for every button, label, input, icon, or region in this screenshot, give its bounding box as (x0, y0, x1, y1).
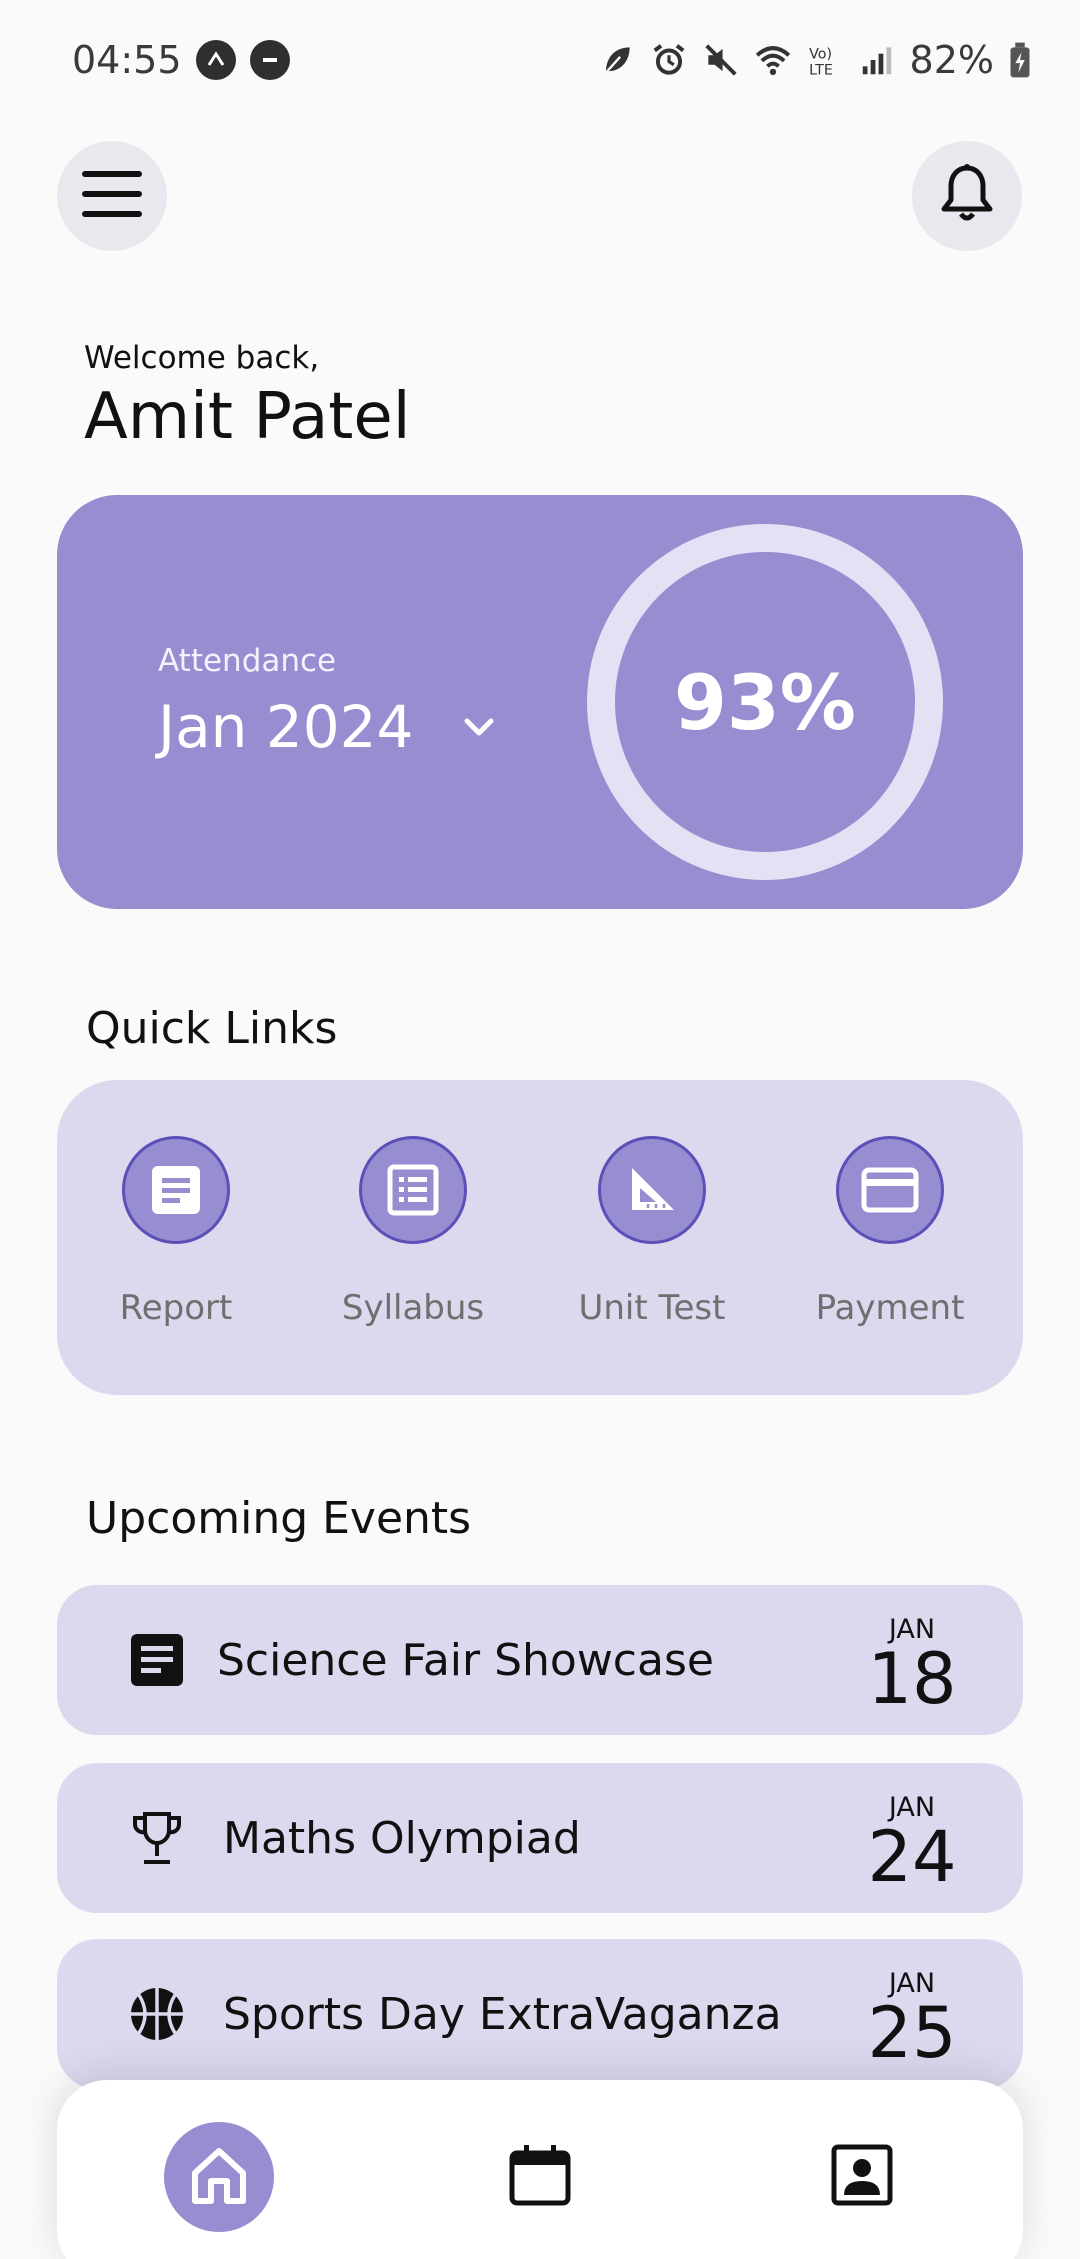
quick-link-label: Report (119, 1288, 233, 1328)
hamburger-menu-icon (82, 171, 142, 221)
home-icon (187, 2143, 251, 2211)
contact-card-icon (830, 2143, 894, 2211)
welcome-text: Welcome back, (84, 340, 320, 376)
status-bar: 04:55 Vo) LTE 82% (0, 0, 1080, 120)
quick-link-unit-test[interactable]: Unit Test (552, 1136, 752, 1328)
menu-button[interactable] (57, 141, 167, 251)
user-name: Amit Patel (84, 380, 411, 454)
quick-links-card: Report Syllabus Unit Test Payment (57, 1080, 1023, 1395)
event-day: 25 (867, 1992, 957, 2074)
alarm-icon (650, 41, 688, 79)
volte-icon: Vo) LTE (806, 41, 844, 79)
signal-icon (858, 41, 896, 79)
upcoming-events-title: Upcoming Events (86, 1493, 472, 1544)
nav-calendar[interactable] (485, 2122, 595, 2232)
bell-icon (939, 164, 995, 228)
do-not-disturb-icon (249, 40, 290, 80)
status-left: 04:55 (72, 38, 290, 82)
leaf-icon (598, 41, 636, 79)
event-title: Science Fair Showcase (217, 1635, 714, 1686)
quick-link-payment[interactable]: Payment (790, 1136, 990, 1328)
event-date: JAN 25 (867, 1969, 957, 2074)
svg-text:LTE: LTE (809, 62, 833, 78)
attendance-card[interactable]: Attendance Jan 2024 93% (57, 495, 1023, 909)
bottom-navigation (57, 2080, 1023, 2259)
set-square-icon (598, 1136, 706, 1244)
attendance-month: Jan 2024 (158, 693, 414, 761)
credit-card-icon (836, 1136, 944, 1244)
quick-link-label: Unit Test (578, 1288, 726, 1328)
navigation-badge-icon (195, 40, 236, 80)
attendance-label: Attendance (158, 643, 337, 679)
event-item[interactable]: Science Fair Showcase JAN 18 (57, 1585, 1023, 1735)
event-title: Sports Day ExtraVaganza (223, 1989, 782, 2040)
attendance-month-selector[interactable]: Jan 2024 (158, 693, 501, 761)
nav-profile[interactable] (807, 2122, 917, 2232)
report-icon (122, 1136, 230, 1244)
trophy-icon (129, 1810, 185, 1866)
quick-link-label: Payment (815, 1288, 965, 1328)
status-right: Vo) LTE 82% (598, 38, 1032, 82)
event-date: JAN 18 (867, 1615, 957, 1720)
event-item[interactable]: Maths Olympiad JAN 24 (57, 1763, 1023, 1913)
mute-icon (702, 41, 740, 79)
quick-link-syllabus[interactable]: Syllabus (313, 1136, 513, 1328)
battery-percent: 82% (909, 38, 994, 82)
event-day: 24 (867, 1816, 957, 1898)
attendance-percent: 93% (674, 657, 856, 747)
notification-button[interactable] (912, 141, 1022, 251)
basketball-icon (129, 1986, 185, 2042)
calendar-icon (508, 2143, 572, 2211)
status-time: 04:55 (72, 38, 182, 82)
wifi-icon (754, 41, 792, 79)
battery-icon (1008, 41, 1032, 79)
document-icon (129, 1632, 185, 1688)
svg-text:Vo): Vo) (809, 46, 832, 62)
chevron-down-icon (457, 705, 501, 749)
event-title: Maths Olympiad (223, 1813, 581, 1864)
event-item[interactable]: Sports Day ExtraVaganza JAN 25 (57, 1939, 1023, 2089)
nav-home[interactable] (164, 2122, 274, 2232)
syllabus-icon (359, 1136, 467, 1244)
quick-links-title: Quick Links (86, 1003, 338, 1054)
event-day: 18 (867, 1638, 957, 1720)
event-date: JAN 24 (867, 1793, 957, 1898)
quick-link-report[interactable]: Report (76, 1136, 276, 1328)
quick-link-label: Syllabus (341, 1288, 485, 1328)
